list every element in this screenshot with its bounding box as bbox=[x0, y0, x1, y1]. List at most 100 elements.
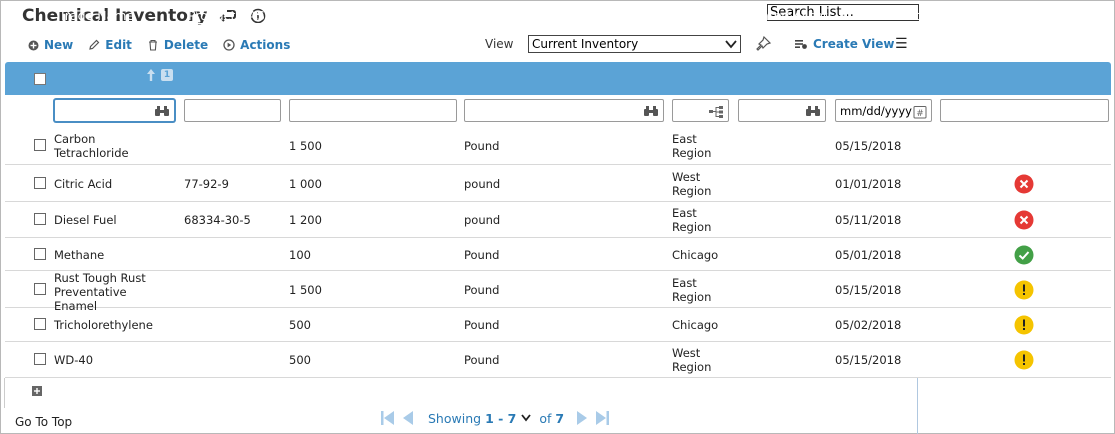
column-header-casno[interactable]: Product CASNo bbox=[188, 8, 282, 23]
cell-trade-name: Citric Acid bbox=[54, 176, 113, 191]
column-header-related-asset[interactable]: Related Asset bbox=[742, 8, 828, 23]
column-header-amount[interactable]: Current Inventory Amount bbox=[293, 8, 457, 23]
error-status-icon bbox=[1014, 174, 1034, 194]
cell-casno: 77-92-9 bbox=[184, 176, 229, 191]
cell-casno: 68334-30-5 bbox=[184, 213, 251, 227]
cell-trade-name: Tricholorethylene bbox=[54, 318, 153, 332]
cell-effective-date: 05/15/2018 bbox=[835, 139, 902, 153]
binoculars-icon bbox=[155, 106, 169, 116]
filter-compliance-status[interactable] bbox=[940, 99, 1109, 122]
cell-uom: Pound bbox=[464, 282, 500, 297]
cell-location: Chicago bbox=[672, 247, 719, 262]
delete-label: Delete bbox=[163, 38, 209, 52]
cell-amount: 500 bbox=[289, 353, 311, 367]
toolbar: New Edit Delete Actions bbox=[28, 37, 305, 53]
cell-uom: pound bbox=[464, 176, 501, 191]
row-checkbox[interactable] bbox=[34, 353, 46, 365]
create-view-button[interactable]: Create View bbox=[795, 37, 894, 51]
row-checkbox[interactable] bbox=[34, 139, 46, 151]
select-all-checkbox[interactable] bbox=[34, 73, 46, 85]
binoculars-icon bbox=[806, 106, 820, 116]
list-add-icon bbox=[795, 40, 807, 49]
table-row[interactable]: Carbon Tetrachloride 1 500 Pound East Regio… bbox=[5, 127, 1111, 165]
warning-status-icon bbox=[1014, 280, 1034, 300]
column-header-effective-date[interactable]: Effective Date bbox=[839, 8, 927, 23]
filter-effective-date[interactable]: mm/dd/yyyy # bbox=[835, 99, 932, 122]
column-header-uom[interactable]: Current Inventory Amount UOM bbox=[468, 8, 665, 23]
warning-status-icon bbox=[1014, 315, 1034, 335]
previous-page-icon[interactable] bbox=[402, 410, 414, 426]
cell-amount: 500 bbox=[289, 318, 311, 332]
row-checkbox[interactable] bbox=[34, 282, 46, 295]
cell-uom: Pound bbox=[464, 247, 500, 262]
actions-button[interactable]: Actions bbox=[223, 38, 290, 52]
plus-circle-icon bbox=[28, 40, 39, 50]
range-dropdown-icon[interactable] bbox=[521, 414, 532, 422]
table-row[interactable]: Tricholorethylene 500 Pound Chicago 05/02/20… bbox=[5, 308, 1111, 342]
table-row[interactable]: Methane 100 Pound Chicago 05/01/2018 bbox=[5, 238, 1111, 271]
table-row[interactable]: Rust Tough Rust Preventative Enamel 1 500… bbox=[5, 271, 1111, 313]
warning-status-icon bbox=[1014, 350, 1034, 370]
first-page-icon[interactable] bbox=[380, 410, 396, 426]
table-row[interactable]: WD-40 500 Pound West Region 05/15/2018 bbox=[5, 342, 1111, 378]
filter-location[interactable] bbox=[672, 99, 729, 122]
column-divider bbox=[917, 378, 918, 434]
calendar-icon: # bbox=[913, 106, 927, 119]
column-header-location[interactable]: Location bbox=[676, 8, 729, 23]
next-page-icon[interactable] bbox=[576, 410, 588, 426]
pencil-icon bbox=[89, 39, 100, 50]
chevron-down-icon bbox=[725, 40, 737, 49]
table-row[interactable]: Diesel Fuel 68334-30-5 1 200 pound East Regi… bbox=[5, 202, 1111, 238]
left-divider bbox=[4, 378, 5, 408]
row-checkbox[interactable] bbox=[34, 213, 46, 225]
sort-order-badge: 1 bbox=[161, 69, 173, 81]
filter-casno[interactable] bbox=[184, 99, 281, 122]
date-placeholder: mm/dd/yyyy bbox=[840, 103, 912, 118]
filter-trade-name[interactable] bbox=[54, 99, 175, 122]
cell-location: East Region bbox=[672, 132, 712, 160]
column-header-trade-name[interactable]: Trade Name bbox=[59, 8, 134, 23]
edit-button[interactable]: Edit bbox=[88, 38, 132, 52]
cell-effective-date: 05/02/2018 bbox=[835, 318, 902, 332]
cell-trade-name: Diesel Fuel bbox=[54, 213, 117, 227]
table-row[interactable]: Citric Acid 77-92-9 1 000 pound West Region 0… bbox=[5, 165, 1111, 202]
svg-text:#: # bbox=[916, 109, 924, 119]
of-label: of bbox=[539, 410, 552, 426]
row-checkbox[interactable] bbox=[34, 176, 46, 189]
cell-amount: 1 200 bbox=[289, 213, 322, 227]
new-label: New bbox=[44, 38, 74, 52]
hierarchy-icon bbox=[709, 106, 723, 118]
hamburger-menu-icon[interactable]: ☰ bbox=[895, 36, 908, 52]
new-button[interactable]: New bbox=[28, 38, 73, 52]
add-row-icon[interactable] bbox=[32, 385, 42, 399]
ok-status-icon bbox=[1014, 245, 1034, 265]
column-header-compliance-status[interactable]: Product Compliance Status bbox=[940, 8, 1109, 23]
cell-trade-name: Methane bbox=[54, 247, 105, 262]
filter-uom[interactable] bbox=[464, 99, 664, 122]
page-range: 1 - 7 bbox=[485, 410, 517, 426]
cell-location: Chicago bbox=[672, 318, 719, 332]
cell-uom: Pound bbox=[464, 353, 500, 367]
filter-related-asset[interactable] bbox=[738, 99, 826, 122]
create-view-label: Create View bbox=[813, 37, 895, 51]
cell-trade-name: Rust Tough Rust Preventative Enamel bbox=[54, 271, 146, 313]
cell-trade-name: WD-40 bbox=[54, 353, 94, 367]
delete-button[interactable]: Delete bbox=[147, 38, 208, 52]
sort-ascending-icon[interactable] bbox=[145, 68, 157, 82]
cell-effective-date: 01/01/2018 bbox=[835, 176, 902, 191]
filter-amount[interactable] bbox=[289, 99, 457, 122]
cell-amount: 100 bbox=[289, 247, 311, 262]
cell-effective-date: 05/15/2018 bbox=[835, 353, 902, 367]
pin-icon[interactable] bbox=[755, 35, 773, 55]
view-select[interactable]: Current Inventory bbox=[528, 35, 741, 53]
cell-amount: 1 000 bbox=[289, 176, 322, 191]
go-to-top-link[interactable]: Go To Top bbox=[15, 415, 72, 429]
cell-location: East Region bbox=[672, 275, 712, 304]
row-checkbox[interactable] bbox=[34, 318, 46, 330]
cell-uom: Pound bbox=[464, 318, 500, 332]
cell-effective-date: 05/01/2018 bbox=[835, 247, 902, 262]
cell-location: East Region bbox=[672, 206, 712, 234]
row-checkbox[interactable] bbox=[34, 247, 46, 260]
last-page-icon[interactable] bbox=[594, 410, 610, 426]
cell-location: West Region bbox=[672, 169, 712, 198]
